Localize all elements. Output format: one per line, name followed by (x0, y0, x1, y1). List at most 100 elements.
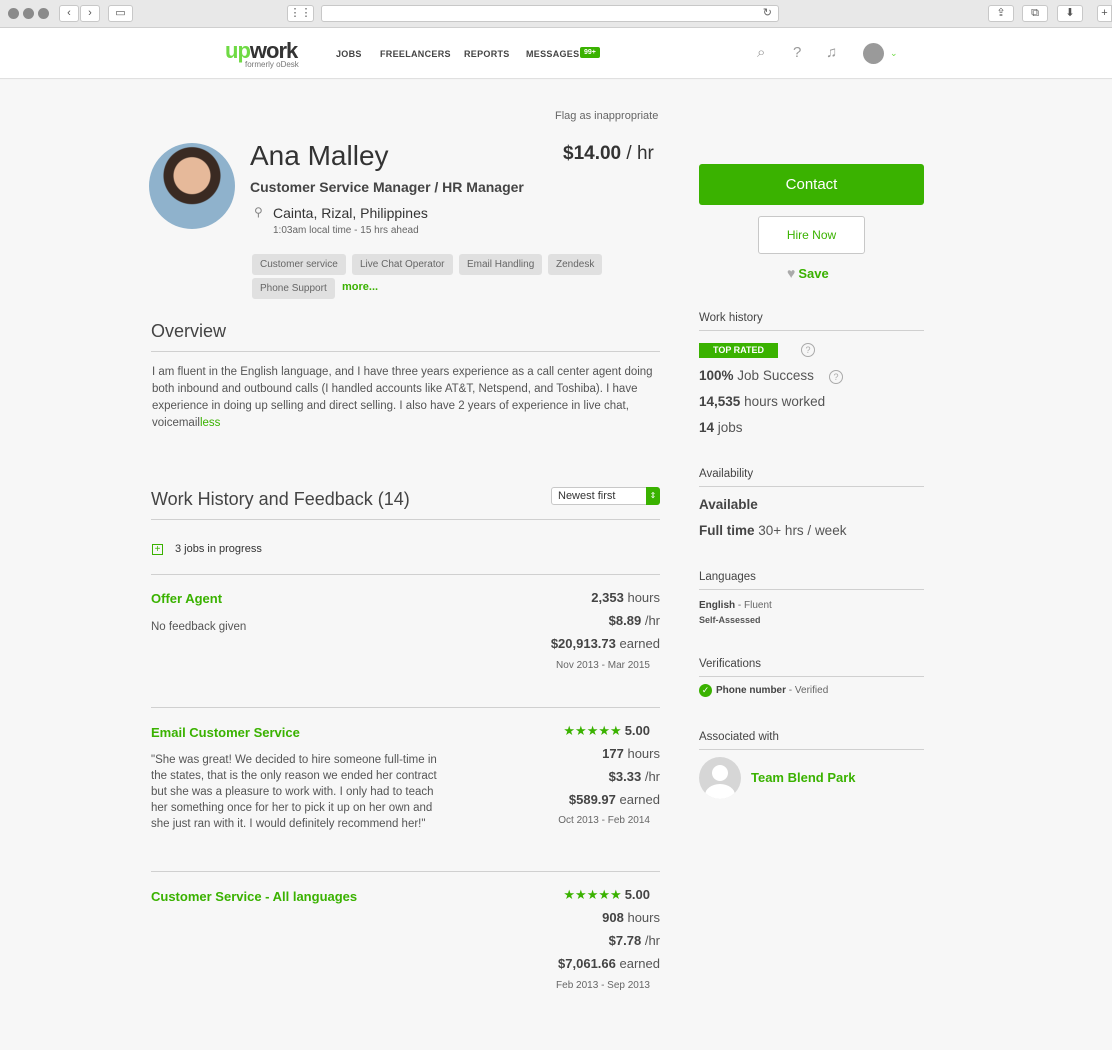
zoom-window-dot[interactable] (38, 8, 49, 19)
divider (699, 749, 924, 750)
divider (151, 707, 660, 708)
download-icon[interactable]: ⬇ (1057, 5, 1083, 22)
sort-select[interactable]: Newest first ⇕ (551, 487, 660, 505)
select-arrows-icon: ⇕ (646, 487, 660, 505)
jobs-count: 14 jobs (699, 420, 743, 435)
overview-text: I am fluent in the English language, and… (152, 366, 653, 429)
divider (151, 871, 660, 872)
job-title[interactable]: Email Customer Service (151, 725, 300, 740)
flag-link[interactable]: Flag as inappropriate (555, 110, 658, 122)
site-header: upwork formerly oDesk JOBS FREELANCERS R… (0, 28, 1112, 79)
job-dates: Oct 2013 - Feb 2014 (558, 815, 650, 826)
job-hours: 177 hours (602, 746, 660, 761)
forward-icon[interactable]: › (80, 5, 100, 22)
search-icon[interactable]: ⌕ (757, 44, 765, 61)
divider (699, 330, 924, 331)
skill-tag[interactable]: Live Chat Operator (352, 254, 453, 275)
close-window-dot[interactable] (8, 8, 19, 19)
job-earned: $7,061.66 earned (558, 956, 660, 971)
address-bar[interactable]: ↻ (321, 5, 779, 22)
availability-heading: Availability (699, 468, 754, 480)
freelancer-title: Customer Service Manager / HR Manager (250, 179, 524, 195)
chevron-down-icon[interactable]: ⌄ (890, 48, 898, 59)
help-icon[interactable]: ? (793, 44, 801, 61)
hours-worked: 14,535 hours worked (699, 394, 826, 409)
nav-freelancers[interactable]: FREELANCERS (380, 49, 451, 59)
job-title[interactable]: Customer Service - All languages (151, 889, 357, 904)
job-hours: 908 hours (602, 910, 660, 925)
back-icon[interactable]: ‹ (59, 5, 79, 22)
tabs-icon[interactable]: ⧉ (1022, 5, 1048, 22)
job-earned: $20,913.73 earned (550, 636, 660, 651)
hourly-rate: $14.00 / hr (563, 143, 654, 164)
sidebar-toggle-icon[interactable]: ▭ (108, 5, 133, 22)
verifications-heading: Verifications (699, 658, 762, 670)
profile-photo (149, 143, 235, 229)
heart-icon: ♥ (787, 265, 796, 281)
divider (699, 676, 924, 677)
less-link[interactable]: less (200, 417, 220, 429)
agency-name-link[interactable]: Team Blend Park (751, 770, 856, 785)
divider (699, 486, 924, 487)
freelancer-name: Ana Malley (250, 140, 389, 171)
save-button[interactable]: ♥ Save (787, 265, 829, 281)
divider (151, 574, 660, 575)
job-success: 100% Job Success (699, 368, 814, 383)
local-time: 1:03am local time - 15 hrs ahead (273, 225, 419, 236)
rating-stars: ★★★★★ 5.00 (563, 887, 650, 902)
expand-plus-icon[interactable]: + (152, 544, 163, 555)
help-circle-icon[interactable]: ? (801, 343, 815, 357)
job-feedback: "She was great! We decided to hire someo… (151, 754, 437, 830)
skill-tag[interactable]: Email Handling (459, 254, 543, 275)
job-rate: $3.33 /hr (608, 769, 660, 784)
help-circle-icon[interactable]: ? (829, 370, 843, 384)
skill-tag[interactable]: Zendesk (548, 254, 603, 275)
browser-toolbar: ‹ › ▭ ⋮⋮ ↻ ⇪ ⧉ ⬇ + (0, 0, 1112, 28)
job-dates: Feb 2013 - Sep 2013 (556, 980, 650, 991)
nav-messages[interactable]: MESSAGES (526, 49, 579, 59)
jobs-in-progress[interactable]: 3 jobs in progress (175, 543, 262, 555)
reload-icon[interactable]: ↻ (763, 6, 772, 19)
check-circle-icon: ✓ (699, 684, 712, 697)
availability-status: Available (699, 497, 758, 512)
star-icons: ★★★★★ (563, 887, 622, 902)
agency-avatar-icon[interactable] (699, 757, 741, 799)
bell-icon[interactable]: ♫ (826, 44, 837, 61)
job-rate: $7.78 /hr (608, 933, 660, 948)
new-tab-icon[interactable]: + (1097, 5, 1112, 22)
share-icon[interactable]: ⇪ (988, 5, 1014, 22)
job-hours: 2,353 hours (591, 590, 660, 605)
nav-reports[interactable]: REPORTS (464, 49, 510, 59)
skill-tag[interactable]: Phone Support (252, 278, 335, 299)
top-rated-badge: TOP RATED (699, 343, 779, 358)
overview-heading: Overview (151, 321, 227, 341)
skill-tag[interactable]: Customer service (252, 254, 346, 275)
divider (699, 589, 924, 590)
availability-hours: Full time 30+ hrs / week (699, 523, 847, 538)
user-avatar-icon[interactable] (863, 43, 884, 64)
language-item: English - Fluent (699, 600, 772, 611)
job-earned: $589.97 earned (568, 792, 660, 807)
job-rate: $8.89 /hr (608, 613, 660, 628)
location: Cainta, Rizal, Philippines (273, 205, 428, 221)
associated-heading: Associated with (699, 731, 779, 743)
languages-heading: Languages (699, 571, 756, 583)
more-skills-link[interactable]: more... (342, 281, 378, 293)
nav-jobs[interactable]: JOBS (336, 49, 362, 59)
rating-stars: ★★★★★ 5.00 (563, 723, 650, 738)
language-assessed: Self-Assessed (699, 615, 761, 625)
profile-page: Flag as inappropriate Ana Malley Custome… (0, 80, 1112, 1050)
grid-icon[interactable]: ⋮⋮ (287, 5, 314, 22)
location-pin-icon: ⚲ (254, 205, 263, 219)
job-title[interactable]: Offer Agent (151, 591, 222, 606)
job-feedback: No feedback given (151, 621, 247, 633)
hire-now-button[interactable]: Hire Now (758, 216, 865, 254)
divider (151, 351, 660, 352)
messages-badge: 99+ (580, 47, 600, 58)
star-icons: ★★★★★ (563, 723, 622, 738)
contact-button[interactable]: Contact (699, 164, 924, 205)
work-history-heading: Work History and Feedback (14) (151, 489, 410, 509)
verification-item: Phone number - Verified (716, 685, 829, 696)
minimize-window-dot[interactable] (23, 8, 34, 19)
work-history-side-heading: Work history (699, 312, 763, 324)
